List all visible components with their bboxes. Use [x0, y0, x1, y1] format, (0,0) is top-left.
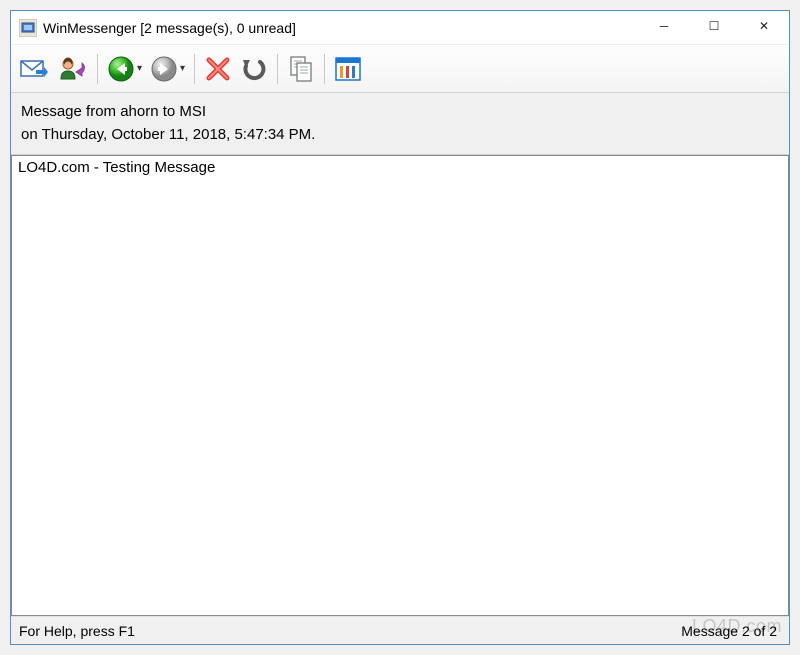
undo-button[interactable] [237, 50, 271, 88]
status-help-text: For Help, press F1 [19, 623, 681, 639]
reply-sender-icon [58, 55, 88, 83]
app-window: WinMessenger [2 message(s), 0 unread] ─ … [10, 10, 790, 645]
status-message-counter: Message 2 of 2 [681, 623, 781, 639]
message-date-line: on Thursday, October 11, 2018, 5:47:34 P… [21, 124, 779, 147]
chevron-down-icon: ▾ [180, 63, 185, 74]
delete-icon [205, 56, 231, 82]
options-icon [334, 56, 362, 82]
reply-button[interactable] [55, 50, 91, 88]
toolbar-separator [97, 54, 98, 84]
copy-icon [287, 55, 315, 83]
close-button[interactable]: ✕ [739, 11, 789, 41]
toolbar: ▾ ▾ [11, 45, 789, 93]
new-message-button[interactable] [17, 50, 53, 88]
message-from-line: Message from ahorn to MSI [21, 101, 779, 124]
window-title: WinMessenger [2 message(s), 0 unread] [43, 20, 639, 36]
previous-button[interactable]: ▾ [104, 50, 145, 88]
minimize-button[interactable]: ─ [639, 11, 689, 41]
maximize-button[interactable]: ☐ [689, 11, 739, 41]
new-message-icon [20, 56, 50, 82]
previous-icon [107, 55, 135, 83]
undo-icon [240, 56, 268, 82]
copy-button[interactable] [284, 50, 318, 88]
toolbar-separator [324, 54, 325, 84]
statusbar: For Help, press F1 Message 2 of 2 [11, 616, 789, 644]
toolbar-separator [277, 54, 278, 84]
titlebar[interactable]: WinMessenger [2 message(s), 0 unread] ─ … [11, 11, 789, 45]
options-button[interactable] [331, 50, 365, 88]
toolbar-separator [194, 54, 195, 84]
delete-button[interactable] [201, 50, 235, 88]
window-controls: ─ ☐ ✕ [639, 11, 789, 44]
next-icon [150, 55, 178, 83]
message-info-bar: Message from ahorn to MSI on Thursday, O… [11, 93, 789, 155]
chevron-down-icon: ▾ [137, 63, 142, 74]
message-body[interactable]: LO4D.com - Testing Message [11, 155, 789, 616]
message-text: LO4D.com - Testing Message [18, 159, 215, 176]
app-icon [19, 19, 37, 37]
next-button[interactable]: ▾ [147, 50, 188, 88]
